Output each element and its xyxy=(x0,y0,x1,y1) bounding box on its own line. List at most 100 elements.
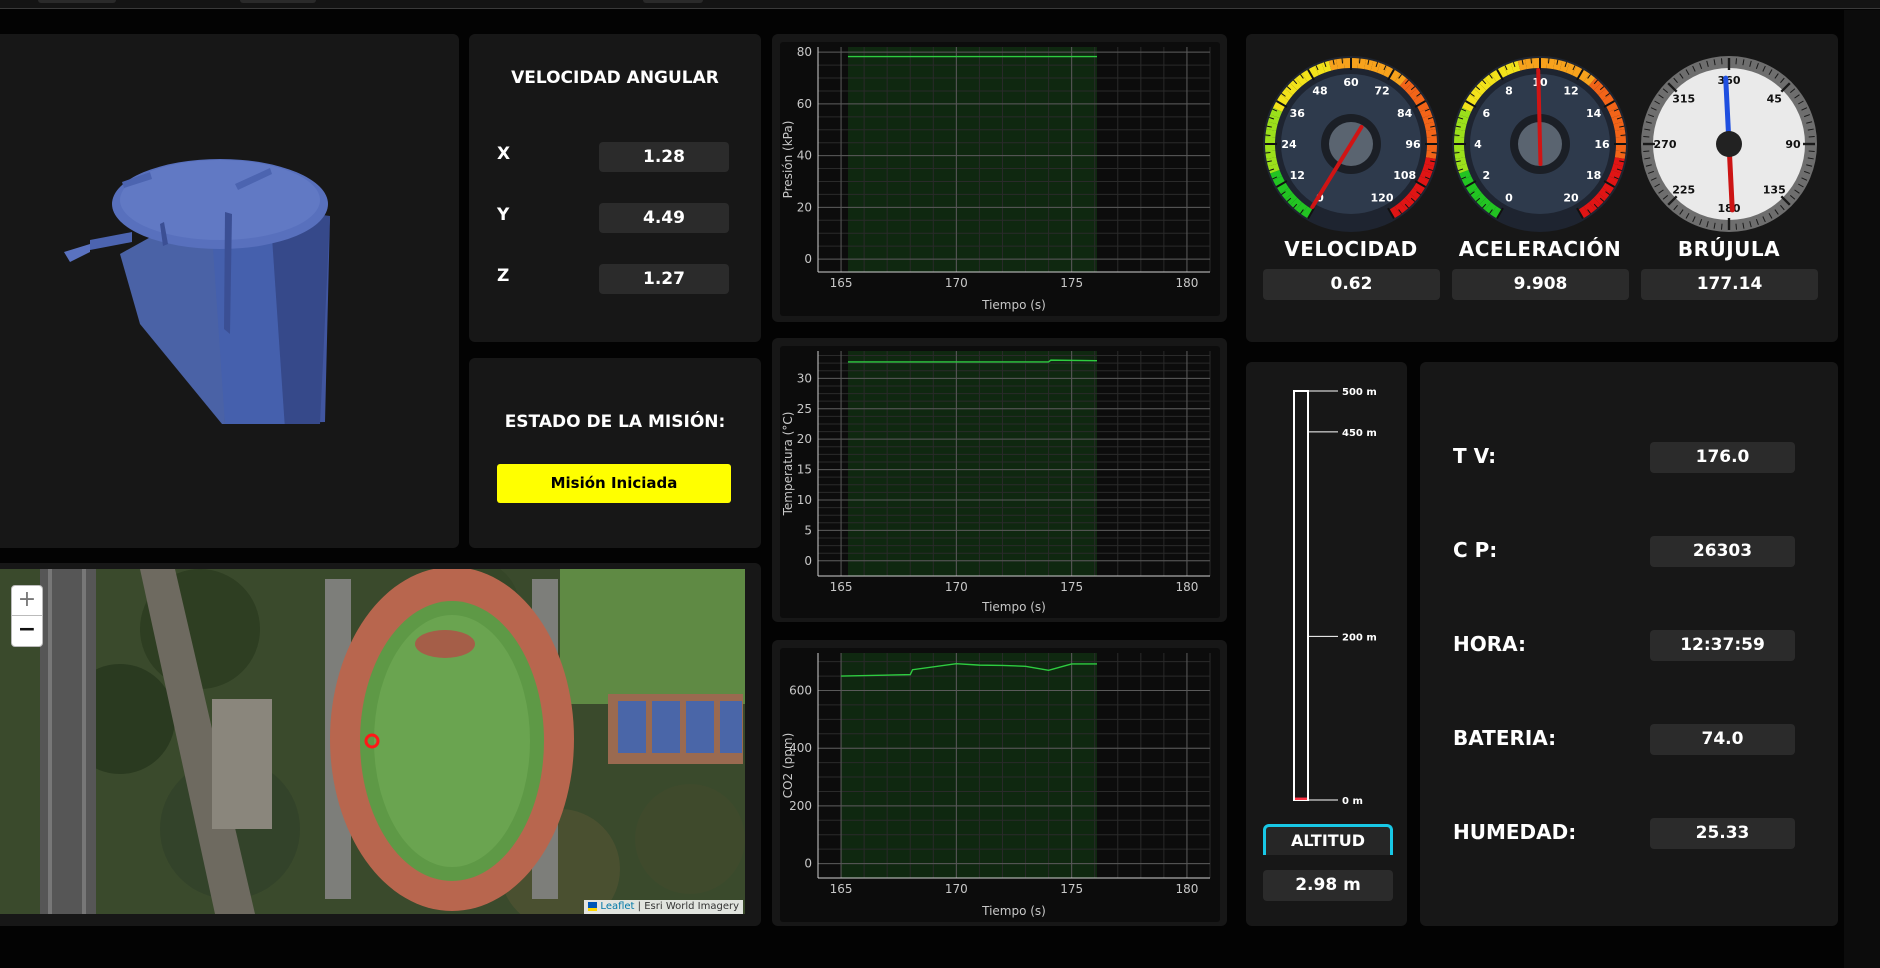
y-tick-label: 40 xyxy=(797,149,812,163)
altitude-title: ALTITUD xyxy=(1263,824,1393,855)
leaflet-link[interactable]: Leaflet xyxy=(600,901,634,912)
velocity-color-band xyxy=(1426,144,1437,152)
velocity-color-band xyxy=(1351,58,1359,69)
compass-tick-label: 135 xyxy=(1763,183,1786,196)
x-axis-label: Tiempo (s) xyxy=(981,904,1046,918)
zoom-out-button[interactable]: − xyxy=(11,615,43,647)
cansat-3d-model xyxy=(64,159,330,424)
compass-title: BRÚJULA xyxy=(1677,237,1781,261)
acceleration-tick-mark xyxy=(1620,151,1626,154)
x-tick-label: 165 xyxy=(830,580,853,594)
velocity-value: 0.62 xyxy=(1263,269,1440,300)
x-tick-label: 170 xyxy=(945,882,968,896)
zoom-in-button[interactable]: + xyxy=(11,585,43,617)
x-tick-label: 165 xyxy=(830,882,853,896)
y-tick-label: 0 xyxy=(804,554,812,568)
altitude-tube xyxy=(1293,390,1309,801)
velocity-tick-mark xyxy=(1265,134,1271,137)
x-tick-label: 165 xyxy=(830,276,853,290)
compass-tick-mark xyxy=(1643,136,1650,138)
y-tick-label: 600 xyxy=(789,684,812,698)
x-tick-label: 175 xyxy=(1060,276,1083,290)
satellite-map[interactable]: + − Leaflet | Esri World Imagery xyxy=(0,569,745,914)
compass-tick-label: 90 xyxy=(1785,138,1801,151)
acceleration-tick-mark xyxy=(1530,58,1533,64)
temperature-chart: 165 170 175 180 0 5 10 15 20 25 30 Tiempo (s) Temper… xyxy=(780,346,1220,618)
angular-velocity-panel: VELOCIDAD ANGULAR X 1.28 Y 4.49 Z 1.27 xyxy=(469,34,761,342)
velocity-tick-mark xyxy=(1341,58,1344,64)
tv-label: T V: xyxy=(1453,444,1497,468)
angular-velocity-title: VELOCIDAD ANGULAR xyxy=(511,68,719,88)
acceleration-tick-label: 12 xyxy=(1563,84,1578,97)
y-tick-label: 0 xyxy=(804,252,812,266)
acceleration-tick-label: 18 xyxy=(1586,169,1601,182)
battery-label: BATERIA: xyxy=(1453,726,1557,750)
y-tick-label: 25 xyxy=(797,402,812,416)
co2-chart: 165 170 175 180 0 200 400 600 Tiempo (s) CO2 (ppm… xyxy=(780,648,1220,922)
velocity-tick-label: 72 xyxy=(1374,84,1389,97)
data-range-shading xyxy=(841,653,1098,878)
velocity-color-band xyxy=(1343,58,1351,69)
compass-tick-label: 270 xyxy=(1654,138,1677,151)
attribution-source: Esri World Imagery xyxy=(644,901,739,912)
map-panel: + − Leaflet | Esri World Imagery xyxy=(0,563,761,926)
velocity-tick-label: 84 xyxy=(1397,107,1413,120)
gauges-panel: 01224364860728496108120 0246810121416182… xyxy=(1246,34,1838,342)
velocity-tick-mark xyxy=(1431,134,1437,137)
y-tick-label: 5 xyxy=(804,523,812,537)
pressure-chart-panel: 165 170 175 180 0 20 40 60 80 Tiempo (s) Presión (… xyxy=(772,34,1227,322)
acceleration-color-band xyxy=(1454,136,1465,144)
compass-tick-mark xyxy=(1735,223,1737,230)
compass-hub xyxy=(1716,131,1742,157)
time-label: HORA: xyxy=(1453,632,1526,656)
acceleration-tick-label: 4 xyxy=(1474,138,1482,151)
cp-label: C P: xyxy=(1453,538,1498,562)
acceleration-color-band xyxy=(1615,144,1626,152)
altitude-tick-label: 0 m xyxy=(1342,796,1363,807)
velocity-tick-label: 108 xyxy=(1393,169,1416,182)
acceleration-tick-label: 8 xyxy=(1505,84,1513,97)
map-attribution: Leaflet | Esri World Imagery xyxy=(584,900,743,914)
acceleration-tick-mark xyxy=(1547,58,1550,64)
x-axis-label: Tiempo (s) xyxy=(981,298,1046,312)
acceleration-title: ACELERACIÓN xyxy=(1458,237,1622,261)
data-range-shading xyxy=(847,47,1098,272)
altitude-bar: 500 m 450 m 200 m 0 m xyxy=(1293,387,1377,807)
compass-tick-mark xyxy=(1808,150,1815,152)
acceleration-color-band xyxy=(1532,58,1540,69)
velocity-tick-label: 36 xyxy=(1290,107,1306,120)
altitude-value: 2.98 m xyxy=(1263,870,1393,901)
compass-tick-mark xyxy=(1808,136,1815,138)
toolbar-tab[interactable] xyxy=(643,0,703,3)
altitude-panel: 500 m 450 m 200 m 0 m ALTITUD 2.98 m xyxy=(1246,362,1407,926)
axis-x-label: X xyxy=(497,144,511,164)
acceleration-color-band xyxy=(1454,144,1465,152)
toolbar-tab[interactable] xyxy=(240,0,316,3)
y-axis-label: Presión (kPa) xyxy=(781,121,795,199)
compass-tick-mark xyxy=(1721,58,1723,65)
acceleration-tick-mark xyxy=(1620,134,1626,137)
acceleration-tick-label: 14 xyxy=(1586,107,1602,120)
window-edge xyxy=(1844,10,1880,968)
humidity-value: 25.33 xyxy=(1650,818,1795,849)
pressure-chart-svg: 165 170 175 180 0 20 40 60 80 Tiempo (s) Presión (… xyxy=(781,45,1211,312)
axis-z-value: 1.27 xyxy=(599,264,729,294)
acceleration-tick-label: 2 xyxy=(1482,169,1490,182)
co2-chart-panel: 165 170 175 180 0 200 400 600 Tiempo (s) CO2 (ppm… xyxy=(772,640,1227,926)
model-3d-panel[interactable] xyxy=(0,34,459,548)
x-tick-label: 180 xyxy=(1175,882,1198,896)
axis-y-label: Y xyxy=(497,205,510,225)
compass-tick-label: 225 xyxy=(1672,183,1695,196)
y-axis-label: CO2 (ppm) xyxy=(781,733,795,799)
y-tick-label: 10 xyxy=(797,493,812,507)
velocity-title: VELOCIDAD xyxy=(1284,237,1418,261)
axis-x-value: 1.28 xyxy=(599,142,729,172)
y-tick-label: 20 xyxy=(797,200,812,214)
velocity-tick-label: 60 xyxy=(1343,76,1359,89)
acceleration-value: 9.908 xyxy=(1452,269,1629,300)
toolbar-tab[interactable] xyxy=(38,0,116,3)
cp-value: 26303 xyxy=(1650,536,1795,567)
velocity-color-band xyxy=(1265,136,1276,144)
time-value: 12:37:59 xyxy=(1650,630,1795,661)
x-axis-label: Tiempo (s) xyxy=(981,600,1046,614)
